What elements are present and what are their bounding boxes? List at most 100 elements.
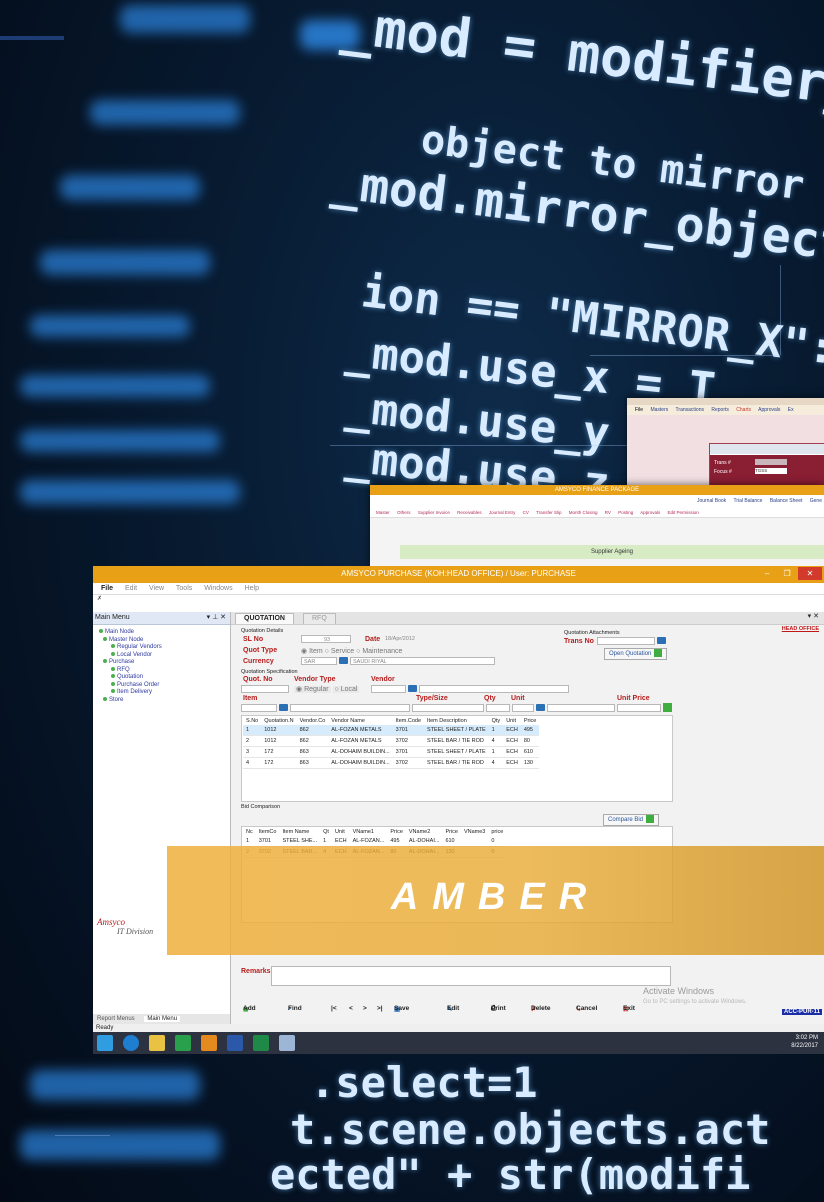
menu-item[interactable]: Reports <box>711 407 729 413</box>
trans-no-field[interactable] <box>597 637 655 645</box>
tree-node[interactable]: Store <box>99 696 230 705</box>
unit-field[interactable] <box>512 704 534 712</box>
menu-item[interactable]: Month Closing <box>569 510 598 515</box>
table-row[interactable]: 1 1012 862 AL-FOZAN METALS 3701 STEEL SHEET /… <box>243 725 540 736</box>
compare-bid-button[interactable]: Compare Bid <box>603 814 660 826</box>
remarks-field[interactable] <box>271 966 671 986</box>
menu-item[interactable]: Journal Entry <box>489 510 516 515</box>
word-icon[interactable] <box>227 1035 243 1051</box>
start-icon[interactable] <box>97 1035 113 1051</box>
store-icon[interactable] <box>175 1035 191 1051</box>
vendor-code-field[interactable] <box>371 685 406 693</box>
table-row[interactable]: 1 3701 STEEL SHE... 1 ECH AL-FOZAN... 495 AL-DO… <box>243 836 507 847</box>
add-line-button[interactable] <box>663 703 672 712</box>
prev-record-button[interactable]: < <box>349 1005 353 1012</box>
menu-item[interactable]: Edit Permission <box>668 510 699 515</box>
vendor-type-radios[interactable]: ◉ Regular ○ Local <box>294 685 360 693</box>
menu-item[interactable]: File <box>635 407 643 413</box>
tab-close-icon[interactable]: ▾ ✕ <box>808 612 819 620</box>
toolbar-button[interactable]: Gene <box>810 498 822 504</box>
app-icon[interactable] <box>279 1035 295 1051</box>
menu-item[interactable]: Charts <box>736 407 751 413</box>
menu-item[interactable]: Master <box>376 510 390 515</box>
menu-item[interactable]: RV <box>605 510 611 515</box>
toolbar-button[interactable]: Journal Book <box>697 498 726 504</box>
maximize-button[interactable]: ❐ <box>778 567 796 580</box>
menu-edit[interactable]: Edit <box>125 585 137 592</box>
item-name-field[interactable] <box>290 704 410 712</box>
menu-tools[interactable]: Tools <box>176 585 192 592</box>
menu-item[interactable]: Masters <box>650 407 668 413</box>
menu-item[interactable]: Approvals <box>640 510 660 515</box>
clock[interactable]: 3:02 PM 8/22/2017 <box>791 1034 818 1050</box>
menu-item[interactable]: Transactions <box>676 407 704 413</box>
tab-quotation[interactable]: QUOTATION <box>235 613 294 624</box>
table-cell: 4 <box>488 735 504 747</box>
menu-item[interactable]: Approvals <box>758 407 780 413</box>
tree-node[interactable]: Local Vendor <box>99 651 230 660</box>
tab-main-menu[interactable]: Main Menu <box>144 1016 181 1022</box>
toolbar-button[interactable]: Balance Sheet <box>770 498 803 504</box>
table-row[interactable]: 2 1012 862 AL-FOZAN METALS 3702 STEEL BAR / T… <box>243 735 540 747</box>
vendor-name-field[interactable] <box>419 685 569 693</box>
unit-lookup-button[interactable] <box>536 704 545 711</box>
trans-lookup-button[interactable] <box>657 637 666 644</box>
excel-icon[interactable] <box>253 1035 269 1051</box>
qty-field[interactable] <box>486 704 510 712</box>
first-record-button[interactable]: |< <box>331 1005 337 1012</box>
type-size-field[interactable] <box>412 704 484 712</box>
outlook-icon[interactable] <box>201 1035 217 1051</box>
currency-lookup-button[interactable] <box>339 657 348 664</box>
menu-item[interactable]: Others <box>397 510 411 515</box>
tree-node[interactable]: Purchase <box>99 659 230 667</box>
folder-icon[interactable] <box>149 1035 165 1051</box>
currency-code-field[interactable]: SAR <box>301 657 337 665</box>
tree-node[interactable]: Purchase Order <box>99 681 230 690</box>
quot-type-radios[interactable]: ◉ Item ○ Service ○ Maintenance <box>301 647 402 655</box>
table-cell: STEEL SHEET / PLATE <box>424 746 489 758</box>
trans-field[interactable] <box>755 459 787 465</box>
unit-desc-field[interactable] <box>547 704 615 712</box>
open-quotation-button[interactable]: Open Quotation <box>604 648 668 660</box>
vendor-lookup-button[interactable] <box>408 685 417 692</box>
next-record-button[interactable]: > <box>363 1005 367 1012</box>
tree-node[interactable]: RFQ <box>99 666 230 675</box>
menu-item[interactable]: CV <box>523 510 529 515</box>
close-button[interactable]: ✕ <box>798 567 822 580</box>
sl-label: SL No <box>243 636 264 643</box>
pane-controls-icon[interactable]: ▾ ⊥ ✕ <box>207 612 226 624</box>
pin-icon[interactable]: ✗ <box>97 596 102 602</box>
menu-item[interactable]: Posting <box>618 510 633 515</box>
quot-no-field[interactable] <box>241 685 289 693</box>
tree-node[interactable]: Master Node <box>99 636 230 645</box>
menu-item[interactable]: Supplier Invoice <box>418 510 450 515</box>
minimize-button[interactable]: – <box>758 567 776 580</box>
last-record-button[interactable]: >| <box>377 1005 383 1012</box>
menu-item[interactable]: Receivables <box>457 510 482 515</box>
tab-rfq[interactable]: RFQ <box>303 613 336 624</box>
table-row[interactable]: 3 172 863 AL-DOHAIM BUILDIN... 3701 STEEL SHE… <box>243 746 540 758</box>
item-code-field[interactable] <box>241 704 277 712</box>
head-office-link[interactable]: HEAD OFFICE <box>782 626 819 632</box>
tab-report-menus[interactable]: Report Menus <box>97 1016 135 1022</box>
toolbar-button[interactable]: Trial Balance <box>733 498 762 504</box>
menu-item[interactable]: Transfer Slip <box>536 510 561 515</box>
sl-field[interactable]: 93 <box>301 635 351 643</box>
tree-node[interactable]: Item Delivery <box>99 689 230 697</box>
date-field[interactable]: 18/Apr/2012 <box>383 635 438 643</box>
item-lookup-button[interactable] <box>279 704 288 711</box>
currency-name-field[interactable]: SAUDI RIYAL <box>350 657 495 665</box>
tree-node[interactable]: Quotation <box>99 674 230 682</box>
quotation-form: QUOTATION RFQ ▾ ✕ HEAD OFFICE Quotation … <box>231 612 824 1024</box>
tree-node[interactable]: Main Node <box>99 629 230 637</box>
ie-icon[interactable] <box>123 1035 139 1051</box>
focus-field[interactable]: TGSS <box>755 468 787 474</box>
tree-node[interactable]: Regular Vendors <box>99 644 230 652</box>
menu-windows[interactable]: Windows <box>204 585 232 592</box>
table-row[interactable]: 4 172 863 AL-DOHAIM BUILDIN... 3702 STEEL BAR… <box>243 757 540 769</box>
menu-help[interactable]: Help <box>245 585 259 592</box>
menu-file[interactable]: File <box>101 585 113 592</box>
menu-item[interactable]: Ex <box>788 407 794 413</box>
unit-price-field[interactable] <box>617 704 661 712</box>
menu-view[interactable]: View <box>149 585 164 592</box>
